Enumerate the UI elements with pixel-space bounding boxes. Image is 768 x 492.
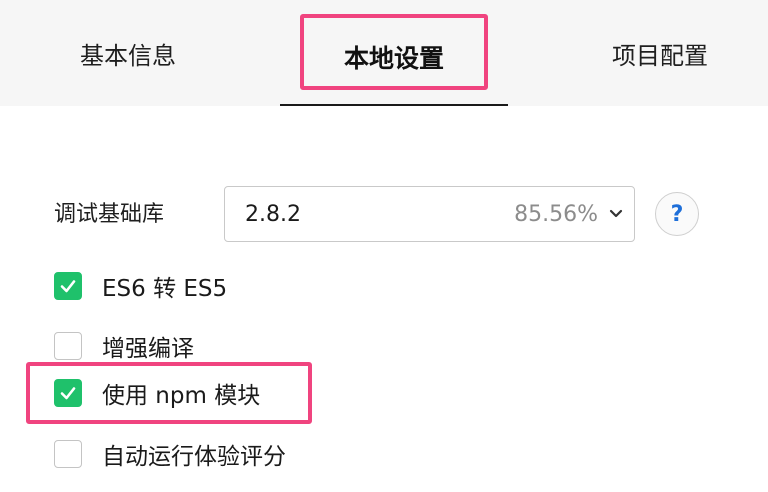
question-mark-icon: ? — [670, 201, 684, 227]
tab-local-settings-label: 本地设置 — [343, 44, 444, 73]
debug-lib-select[interactable]: 2.8.2 85.56% — [224, 186, 635, 242]
local-settings-panel: 基本信息 本地设置 项目配置 调试基础库 2.8.2 85.56% ? ES6 … — [0, 0, 768, 492]
debug-lib-coverage: 85.56% — [514, 201, 598, 227]
tab-local-settings[interactable]: 本地设置 — [280, 0, 508, 106]
npm-label: 使用 npm 模块 — [102, 383, 261, 409]
option-es6-to-es5[interactable]: ES6 转 ES5 — [54, 271, 228, 302]
npm-checkbox[interactable] — [54, 379, 82, 407]
tab-basic-info-label: 基本信息 — [80, 41, 176, 70]
option-use-npm[interactable]: 使用 npm 模块 — [54, 378, 261, 409]
es6-checkbox[interactable] — [54, 272, 82, 300]
active-tab-indicator — [280, 104, 508, 106]
tab-bar: 基本信息 本地设置 项目配置 — [0, 0, 768, 106]
chevron-down-icon — [609, 209, 623, 218]
checkmark-icon — [60, 387, 76, 400]
tab-project-config-label: 项目配置 — [612, 41, 708, 70]
tab-basic-info[interactable]: 基本信息 — [30, 0, 226, 106]
option-auto-experience-score[interactable]: 自动运行体验评分 — [54, 439, 286, 470]
checkmark-icon — [60, 280, 76, 293]
enhance-label: 增强编译 — [102, 336, 194, 362]
enhance-checkbox[interactable] — [54, 332, 82, 360]
help-button[interactable]: ? — [655, 192, 699, 236]
auto-score-label: 自动运行体验评分 — [102, 444, 286, 470]
auto-score-checkbox[interactable] — [54, 440, 82, 468]
es6-label: ES6 转 ES5 — [102, 276, 228, 302]
option-enhanced-compile[interactable]: 增强编译 — [54, 331, 194, 362]
debug-lib-label: 调试基础库 — [54, 202, 165, 227]
debug-lib-version: 2.8.2 — [245, 201, 301, 227]
tab-project-config[interactable]: 项目配置 — [562, 0, 758, 106]
